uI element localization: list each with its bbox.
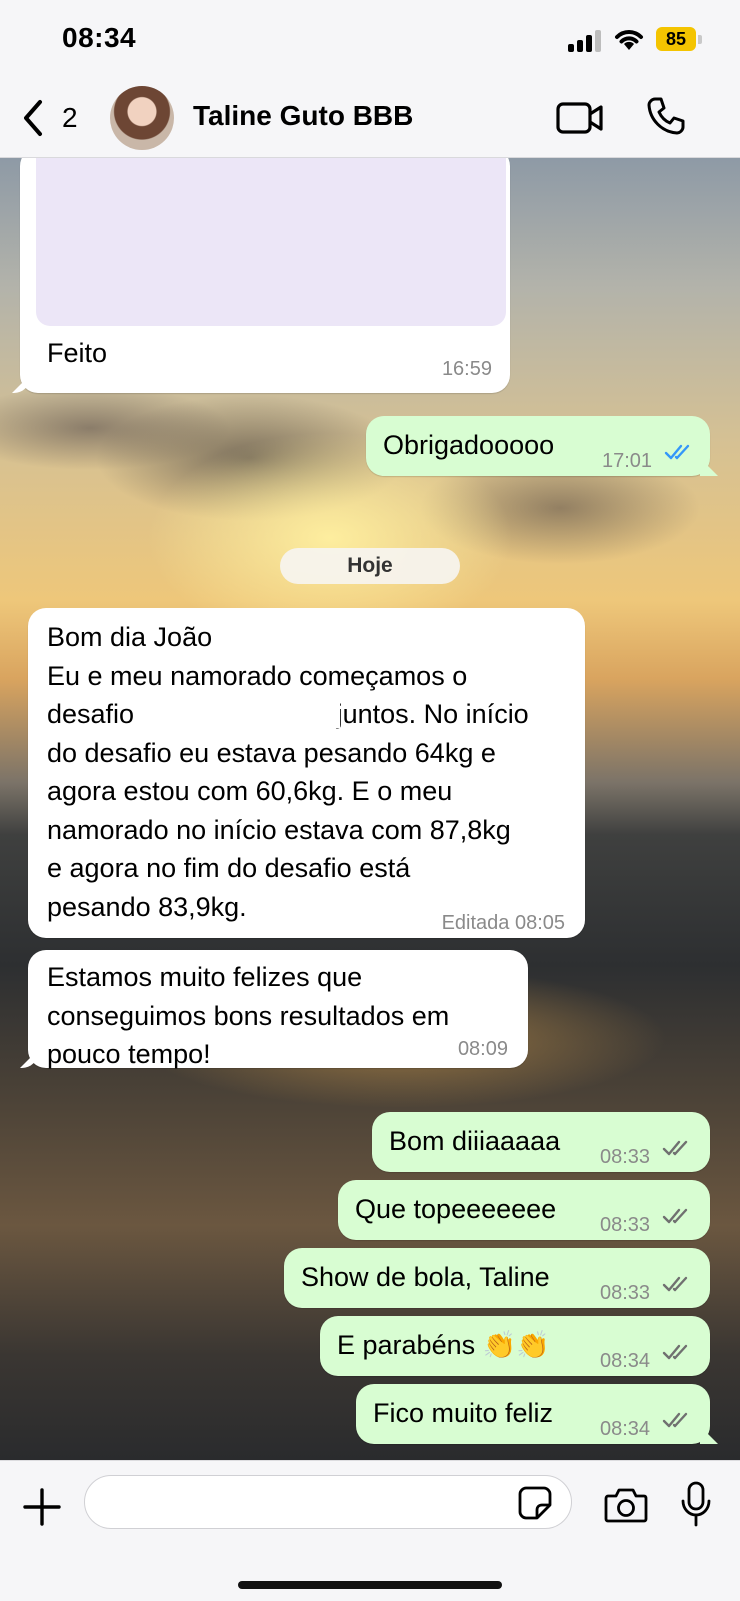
redacted-text bbox=[190, 690, 340, 728]
contact-avatar[interactable] bbox=[110, 86, 174, 150]
message-text: Que topeeeeeee bbox=[355, 1194, 557, 1224]
sticker-button[interactable] bbox=[518, 1486, 552, 1520]
media-attachment[interactable] bbox=[36, 158, 506, 326]
chat-area[interactable]: Feito 16:59 Obrigadooooo 17:01 Hoje Bom … bbox=[0, 158, 740, 1460]
message-time: 08:34 bbox=[600, 1350, 651, 1372]
video-call-button[interactable] bbox=[556, 98, 604, 138]
attach-button[interactable] bbox=[22, 1487, 62, 1527]
message-time: 08:34 bbox=[600, 1418, 651, 1440]
delivered-ticks-icon bbox=[662, 1276, 688, 1292]
message-text: Obrigadooooo bbox=[383, 430, 555, 460]
incoming-message[interactable]: Bom dia João Eu e meu namorado começamos… bbox=[28, 608, 585, 938]
read-ticks-icon bbox=[664, 444, 690, 460]
contact-name[interactable]: Taline Guto BBB bbox=[193, 100, 413, 132]
outgoing-message[interactable]: Show de bola, Taline 08:33 bbox=[284, 1248, 710, 1308]
outgoing-message[interactable]: E parabéns 👏👏 08:34 bbox=[320, 1316, 710, 1376]
delivered-ticks-icon bbox=[662, 1412, 688, 1428]
message-text: Bom diiiaaaaa bbox=[389, 1126, 561, 1156]
message-text: Fico muito feliz bbox=[373, 1398, 554, 1428]
chat-header: 2 Taline Guto BBB bbox=[0, 80, 740, 158]
message-input[interactable] bbox=[84, 1475, 572, 1529]
camera-button[interactable] bbox=[604, 1487, 648, 1523]
outgoing-message[interactable]: Obrigadooooo 17:01 bbox=[366, 416, 710, 476]
date-separator: Hoje bbox=[280, 548, 460, 584]
battery-level: 85 bbox=[656, 27, 696, 51]
message-time: 17:01 bbox=[602, 450, 653, 472]
chevron-left-icon bbox=[24, 100, 42, 136]
message-time: 08:33 bbox=[600, 1146, 651, 1168]
outgoing-message[interactable]: Bom diiiaaaaa 08:33 bbox=[372, 1112, 710, 1172]
battery-icon: 85 bbox=[656, 27, 702, 51]
message-text: Show de bola, Taline bbox=[301, 1262, 550, 1292]
delivered-ticks-icon bbox=[662, 1208, 688, 1224]
message-text: Estamos muito felizes que conseguimos bo… bbox=[47, 962, 450, 1069]
message-text: Bom dia João Eu e meu namorado começamos… bbox=[47, 622, 529, 922]
home-indicator[interactable] bbox=[238, 1581, 502, 1589]
message-time: 08:33 bbox=[600, 1214, 651, 1236]
message-time: Editada 08:05 bbox=[441, 912, 565, 934]
composer-bar bbox=[0, 1460, 740, 1601]
microphone-button[interactable] bbox=[680, 1481, 712, 1527]
message-time: 08:09 bbox=[457, 1038, 508, 1060]
incoming-message[interactable]: Estamos muito felizes que conseguimos bo… bbox=[28, 950, 528, 1069]
wifi-icon bbox=[615, 30, 643, 50]
incoming-message[interactable]: Feito 16:59 bbox=[20, 158, 510, 393]
outgoing-message[interactable]: Fico muito feliz 08:34 bbox=[356, 1384, 710, 1444]
outgoing-message[interactable]: Que topeeeeeee 08:33 bbox=[338, 1180, 710, 1240]
delivered-ticks-icon bbox=[662, 1140, 688, 1156]
status-bar: 08:34 85 bbox=[0, 0, 740, 80]
message-time: 16:59 bbox=[441, 358, 492, 380]
message-text: E parabéns 👏👏 bbox=[337, 1330, 550, 1360]
cellular-signal-icon bbox=[568, 30, 604, 52]
voice-call-button[interactable] bbox=[646, 96, 686, 136]
message-time: 08:33 bbox=[600, 1282, 651, 1304]
delivered-ticks-icon bbox=[662, 1344, 688, 1360]
status-clock: 08:34 bbox=[62, 22, 137, 53]
unread-count: 2 bbox=[62, 102, 78, 133]
back-button[interactable]: 2 bbox=[20, 96, 90, 140]
message-text: Feito bbox=[47, 338, 108, 368]
